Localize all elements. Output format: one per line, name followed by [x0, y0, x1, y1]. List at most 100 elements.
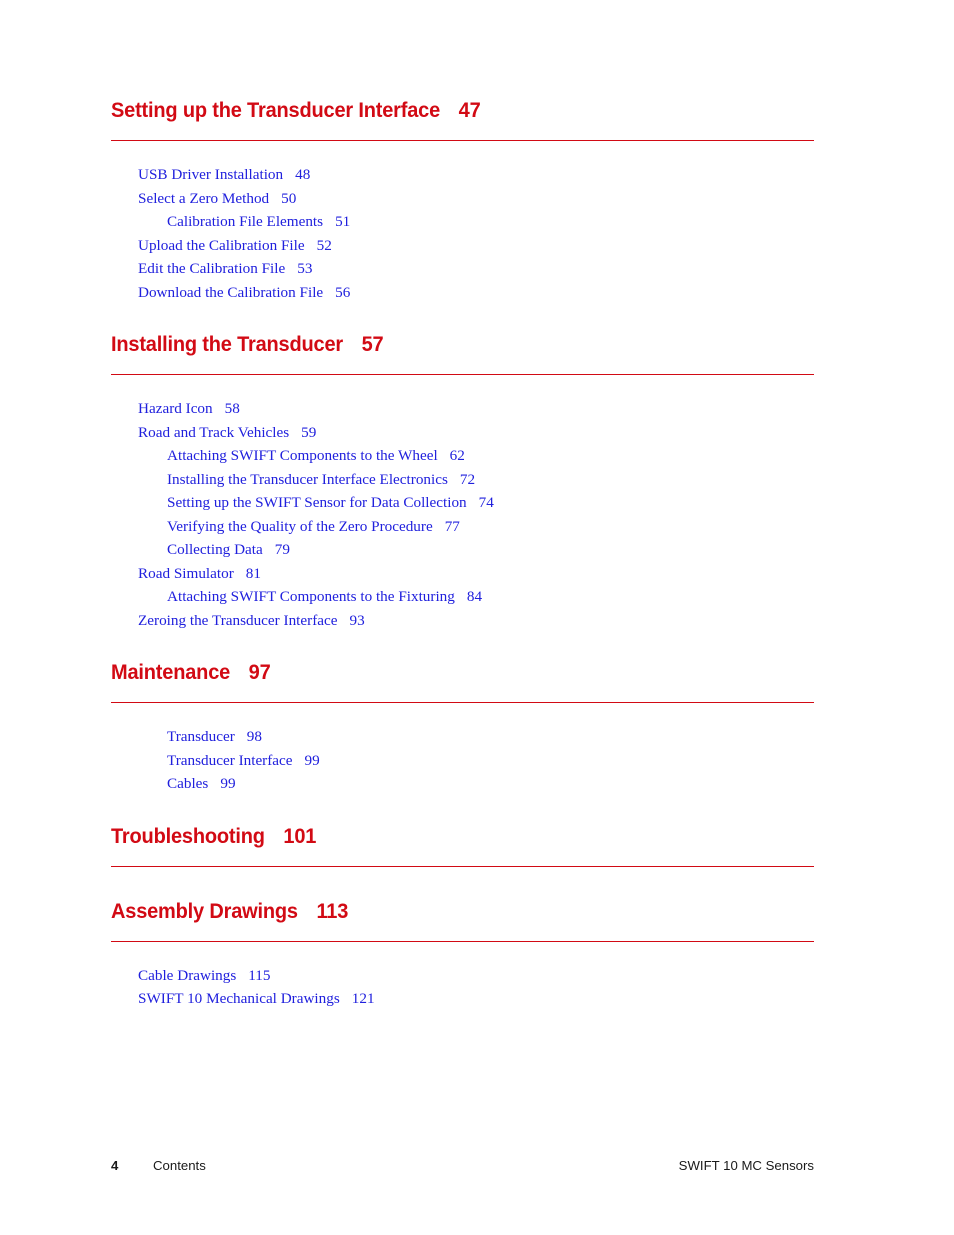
toc-entry[interactable]: Attaching SWIFT Components to the Wheel 6…: [111, 444, 814, 468]
toc-entry[interactable]: SWIFT 10 Mechanical Drawings 121: [111, 987, 814, 1011]
toc-entry[interactable]: Calibration File Elements 51: [111, 210, 814, 234]
toc-section-title: Troubleshooting: [111, 823, 265, 848]
toc-entry-page-number: 79: [274, 541, 290, 558]
toc-entry-page-number: 53: [297, 260, 313, 277]
toc-entry[interactable]: Cable Drawings 115: [111, 964, 814, 988]
toc-entry-page-number: 77: [444, 517, 460, 535]
toc-entry[interactable]: Verifying the Quality of the Zero Proced…: [111, 515, 814, 539]
toc-entry-label: Verifying the Quality of the Zero Proced…: [167, 517, 433, 535]
toc-entry-list: Transducer 98 Transducer Interface 99 Cables…: [111, 725, 814, 796]
toc-entry-page-number: 50: [281, 189, 297, 207]
toc-entry-page-number: 115: [248, 966, 271, 984]
toc-section: Installing the Transducer 57 Hazard Icon 58…: [111, 331, 814, 659]
toc-entry[interactable]: Upload the Calibration File 52: [111, 234, 814, 258]
toc-entry-label: Road and Track Vehicles: [138, 423, 290, 441]
toc-entry-label: Upload the Calibration File: [138, 236, 305, 254]
toc-entry-page-number: 52: [316, 236, 332, 254]
toc-entry-label: Setting up the SWIFT Sensor for Data Col…: [167, 494, 467, 511]
toc-entry-page-number: 98: [246, 728, 262, 745]
toc-entry-label: Zeroing the Transducer Interface: [138, 611, 338, 629]
toc-entry[interactable]: Collecting Data 79: [111, 538, 814, 562]
toc-entry-page-number: 58: [224, 400, 240, 417]
toc-entry-label: Edit the Calibration File: [138, 260, 286, 277]
toc-entry[interactable]: Transducer Interface 99: [111, 749, 814, 773]
toc-entry-label: Installing the Transducer Interface Elec…: [167, 470, 448, 488]
toc-entry-label: Transducer Interface: [167, 751, 293, 769]
toc-section-heading[interactable]: Troubleshooting 101: [111, 823, 765, 849]
footer-product-label: SWIFT 10 MC Sensors: [678, 1158, 814, 1173]
toc-entry-label: Attaching SWIFT Components to the Fixtur…: [167, 588, 455, 605]
toc-entry-page-number: 72: [459, 470, 476, 488]
toc-entry[interactable]: Cables 99: [111, 772, 814, 796]
table-of-contents: Setting up the Transducer Interface 47 USB…: [111, 97, 814, 1011]
toc-section-heading[interactable]: Installing the Transducer 57: [111, 331, 765, 357]
toc-section-page-number: 101: [283, 823, 317, 848]
toc-section-page-number: 113: [316, 898, 349, 923]
toc-entry-label: Download the Calibration File: [138, 283, 324, 301]
toc-entry-page-number: 48: [295, 166, 311, 183]
toc-entry[interactable]: Road and Track Vehicles 59: [111, 421, 814, 445]
toc-entry[interactable]: Transducer 98: [111, 725, 814, 749]
page-footer: 4 Contents SWIFT 10 MC Sensors: [111, 1158, 814, 1173]
toc-entry-page-number: 121: [351, 990, 375, 1007]
toc-entry[interactable]: Road Simulator 81: [111, 562, 814, 586]
toc-entry-list: Cable Drawings 115 SWIFT 10 Mechanical Dra…: [111, 964, 814, 1011]
toc-entry[interactable]: Select a Zero Method 50: [111, 187, 814, 211]
toc-entry-label: Attaching SWIFT Components to the Wheel: [167, 447, 438, 464]
toc-entry[interactable]: Setting up the SWIFT Sensor for Data Col…: [111, 491, 814, 515]
toc-entry-page-number: 93: [349, 611, 365, 629]
toc-entry-label: Road Simulator: [138, 564, 234, 582]
toc-entry-list: USB Driver Installation 48 Select a Zero M…: [111, 163, 814, 304]
toc-entry-label: Cables: [167, 775, 209, 792]
toc-entry-page-number: 62: [449, 447, 465, 464]
toc-entry-label: Cable Drawings: [138, 966, 237, 984]
toc-entry-label: Collecting Data: [167, 541, 263, 558]
toc-entry-label: Select a Zero Method: [138, 189, 270, 207]
toc-section-title: Setting up the Transducer Interface: [111, 98, 441, 122]
toc-entry[interactable]: Edit the Calibration File 53: [111, 257, 814, 281]
toc-entry[interactable]: USB Driver Installation 48: [111, 163, 814, 187]
toc-entry[interactable]: Hazard Icon 58: [111, 397, 814, 421]
toc-section: Assembly Drawings 113 Cable Drawings 115 SWI…: [111, 898, 814, 1011]
toc-section-page-number: 97: [248, 660, 271, 684]
toc-entry-page-number: 51: [335, 213, 351, 230]
toc-entry-page-number: 74: [478, 494, 494, 511]
toc-entry-label: Transducer: [167, 728, 235, 745]
toc-entry-page-number: 84: [466, 588, 483, 605]
toc-section-title: Installing the Transducer: [111, 332, 344, 356]
toc-entry[interactable]: Download the Calibration File 56: [111, 281, 814, 305]
toc-entry-page-number: 81: [245, 564, 261, 582]
toc-section: Setting up the Transducer Interface 47 USB…: [111, 97, 814, 331]
toc-section-page-number: 57: [361, 332, 384, 356]
toc-section: Maintenance 97 Transducer 98 Transducer Inte…: [111, 659, 814, 823]
toc-section-heading[interactable]: Assembly Drawings 113: [111, 898, 765, 924]
toc-section-heading[interactable]: Maintenance 97: [111, 659, 765, 685]
toc-section: Troubleshooting 101: [111, 823, 814, 898]
toc-entry-page-number: 56: [335, 283, 351, 301]
footer-section-label: Contents: [153, 1158, 206, 1173]
toc-entry[interactable]: Zeroing the Transducer Interface 93: [111, 609, 814, 633]
toc-entry-label: Hazard Icon: [138, 400, 213, 417]
toc-entry-label: Calibration File Elements: [167, 213, 324, 230]
toc-entry-list: Hazard Icon 58 Road and Track Vehicles 59 At…: [111, 397, 814, 632]
toc-section-heading[interactable]: Setting up the Transducer Interface 47: [111, 97, 765, 123]
toc-entry-label: SWIFT 10 Mechanical Drawings: [138, 990, 340, 1007]
toc-entry[interactable]: Attaching SWIFT Components to the Fixtur…: [111, 585, 814, 609]
toc-section-title: Assembly Drawings: [111, 898, 298, 923]
page-canvas: Setting up the Transducer Interface 47 USB…: [0, 0, 954, 1235]
toc-entry[interactable]: Installing the Transducer Interface Elec…: [111, 468, 814, 492]
toc-entry-label: USB Driver Installation: [138, 166, 284, 183]
